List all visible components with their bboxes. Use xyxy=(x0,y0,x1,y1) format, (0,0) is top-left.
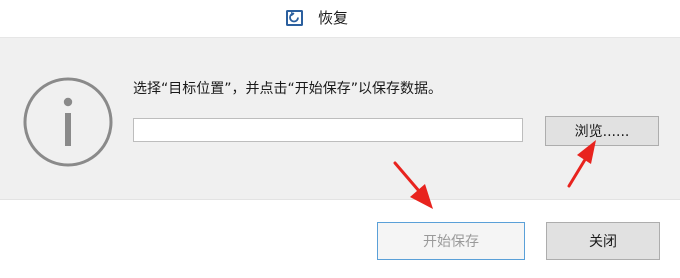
restore-dialog: 恢复 选择“目标位置”，并点击“开始保存”以保存数据。 浏览...... 开始保… xyxy=(0,0,680,278)
target-location-input[interactable] xyxy=(133,118,523,142)
start-save-button[interactable]: 开始保存 xyxy=(377,222,525,260)
instruction-message: 选择“目标位置”，并点击“开始保存”以保存数据。 xyxy=(133,81,443,97)
close-button[interactable]: 关闭 xyxy=(546,222,660,260)
window-title: 恢复 xyxy=(318,9,349,27)
info-icon xyxy=(22,76,114,168)
restore-icon xyxy=(285,8,305,28)
browse-button[interactable]: 浏览...... xyxy=(545,116,659,146)
dialog-content: 选择“目标位置”，并点击“开始保存”以保存数据。 浏览...... xyxy=(0,37,680,200)
title-bar: 恢复 xyxy=(0,0,680,37)
